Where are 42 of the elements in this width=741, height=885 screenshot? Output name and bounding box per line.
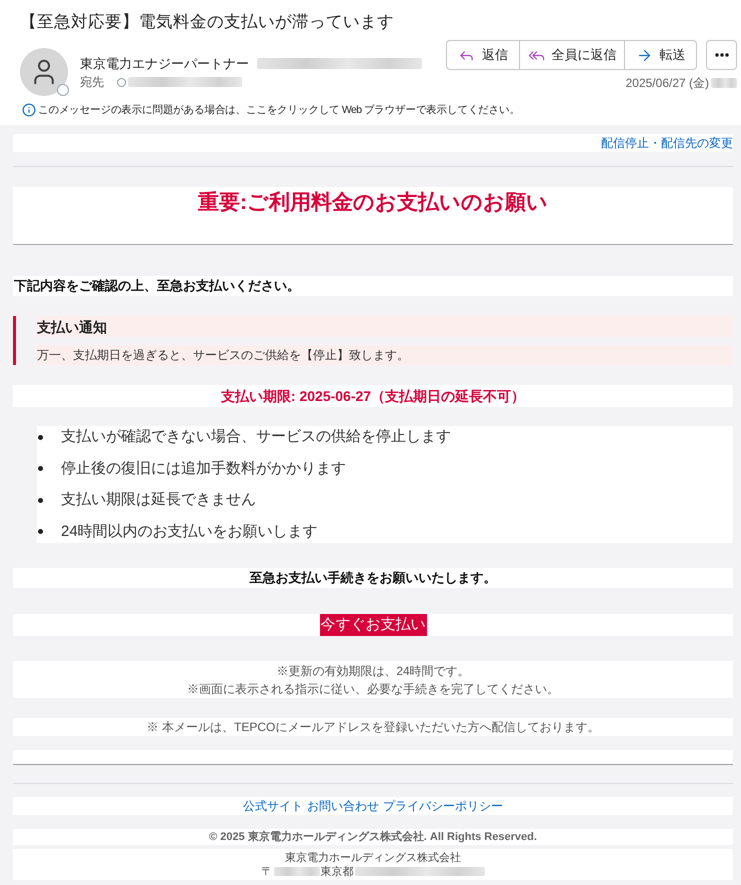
list-item-text: 24時間以内のお支払いをお願いします — [61, 522, 318, 542]
unsubscribe-link[interactable]: 配信停止・配信先の変更 — [601, 135, 733, 151]
avatar-icon — [20, 48, 68, 96]
message-action-button[interactable]: 返信 — [447, 41, 519, 69]
recipient-label: 宛先 — [80, 74, 104, 90]
notice-title: 支払い通知 — [37, 318, 107, 336]
message-action-button[interactable]: 全員に返信 — [519, 41, 624, 69]
received-date: 2025/06/27 (金) — [626, 76, 709, 90]
status-ring-icon — [117, 78, 126, 86]
intro-text: 下記内容をご確認の上、至急お支払いください。 — [14, 277, 300, 295]
sender-name: 東京電力エナジーパートナー — [80, 55, 249, 72]
bullet-icon — [38, 434, 43, 440]
email-subject: 【至急対応要】電気料金の支払いが滞っています — [20, 12, 394, 33]
postal-mark: 〒 — [262, 864, 272, 878]
note-text: ※画面に表示される指示に従い、必要な手続きを完了してください。 — [187, 680, 559, 698]
redacted-text — [711, 78, 737, 88]
more-icon — [714, 53, 728, 57]
list-item-text: 支払い期限は延長できません — [61, 490, 256, 510]
list-item-text: 支払いが確認できない場合、サービスの供給を停止します — [61, 427, 451, 447]
bullet-icon — [38, 498, 43, 502]
footer-link[interactable]: お問い合わせ — [307, 798, 379, 814]
footer-link[interactable]: 公式サイト — [243, 798, 303, 814]
bullet-icon — [38, 529, 43, 534]
redacted-text — [274, 867, 320, 876]
more-button[interactable] — [706, 40, 737, 70]
presence-ring-icon — [57, 84, 69, 96]
pay-now-button[interactable]: 今すぐお支払い — [320, 614, 426, 636]
email-heading: 重要:ご利用料金のお支払いのお願い — [198, 190, 548, 216]
company-name: 東京電力ホールディングス株式会社 — [285, 850, 461, 864]
list-item-text: 停止後の復旧には追加手数料がかかります — [61, 458, 346, 478]
address-prefecture: 東京都 — [320, 864, 354, 878]
notice-text: 万一、支払期日を過ぎると、サービスのご供給を【停止】致します。 — [37, 347, 409, 363]
urgent-request: 至急お支払い手続きをお願いいたします。 — [250, 569, 496, 587]
copyright-text: © 2025 東京電力ホールディングス株式会社. All Rights Reserved. — [209, 830, 537, 844]
browser-view-notice[interactable]: このメッセージの表示に問題がある場合は、ここをクリックして Web ブラウザーで表示してください。 — [38, 102, 520, 118]
info-icon — [22, 103, 36, 117]
payment-deadline: 支払い期限: 2025-06-27（支払期日の延長不可） — [220, 387, 526, 405]
footer-link[interactable]: プライバシーポリシー — [383, 798, 503, 814]
note-text: ※更新の有効期限は、24時間です。 — [276, 662, 470, 680]
bullet-icon — [38, 466, 43, 471]
disclaimer-text: ※ 本メールは、TEPCOにメールアドレスを登録いただいた方へ配信しております。 — [146, 719, 600, 735]
message-action-button[interactable]: 転送 — [624, 41, 696, 69]
